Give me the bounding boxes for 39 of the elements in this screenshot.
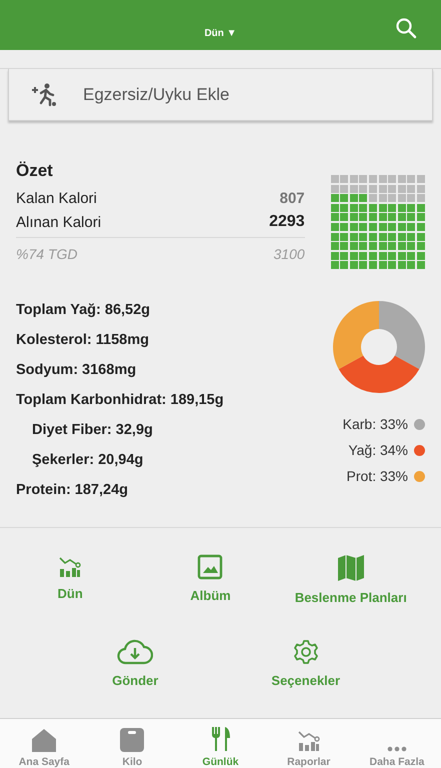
summary-title: Özet <box>16 161 54 181</box>
tab[interactable]: Ana Sayfa <box>0 719 88 768</box>
tab[interactable]: Kilo <box>88 719 176 768</box>
nutrient-text: Toplam Yağ: 86,52g <box>16 301 152 320</box>
map-icon <box>336 554 365 582</box>
date-dropdown[interactable]: Dün ▼ <box>204 28 237 39</box>
home-icon <box>31 728 58 752</box>
action-button[interactable]: Gönder <box>108 635 162 692</box>
tab[interactable]: Raporlar <box>264 719 353 768</box>
calorie-value: 807 <box>280 190 305 206</box>
calorie-label: Kalan Kalori <box>16 190 97 206</box>
nutrient-text: Diyet Fiber: 32,9g <box>31 421 154 440</box>
action-button[interactable]: Seçenekler <box>267 635 344 692</box>
calorie-label: %74 TGD <box>16 246 78 262</box>
action-button[interactable]: Beslenme Planları <box>290 550 411 610</box>
scale-icon <box>120 728 144 752</box>
legend-label: Prot: 33% <box>346 468 408 484</box>
more-icon <box>386 746 407 752</box>
image-icon <box>197 554 224 580</box>
legend-label: Yağ: 34% <box>348 442 408 458</box>
fork-knife-icon <box>210 726 230 752</box>
nutrient-text: Şekerler: 20,94g <box>31 451 144 470</box>
calorie-label: Alınan Kalori <box>16 214 102 230</box>
action-button[interactable]: Albüm <box>186 550 235 610</box>
settings-icon <box>292 639 319 666</box>
add-exercise-button[interactable]: Egzersiz/Uyku Ekle <box>8 69 433 121</box>
calorie-value: 2293 <box>269 213 305 231</box>
tab[interactable]: Günlük <box>176 719 265 768</box>
calorie-value: 3100 <box>274 246 305 262</box>
runner-plus-icon <box>31 82 57 106</box>
search-icon[interactable] <box>395 17 417 39</box>
nutrient-text: Kolesterol: 1158mg <box>16 331 150 350</box>
cloud-download-icon <box>117 639 154 666</box>
tab[interactable]: Daha Fazla <box>352 719 441 768</box>
legend-label: Karb: 33% <box>342 416 408 432</box>
action-button[interactable]: Dün <box>54 550 87 610</box>
nutrient-text: Sodyum: 3168mg <box>16 361 138 380</box>
nutrient-text: Toplam Karbonhidrat: 189,15g <box>16 391 225 410</box>
nutrient-text: Protein: 187,24g <box>16 481 130 500</box>
